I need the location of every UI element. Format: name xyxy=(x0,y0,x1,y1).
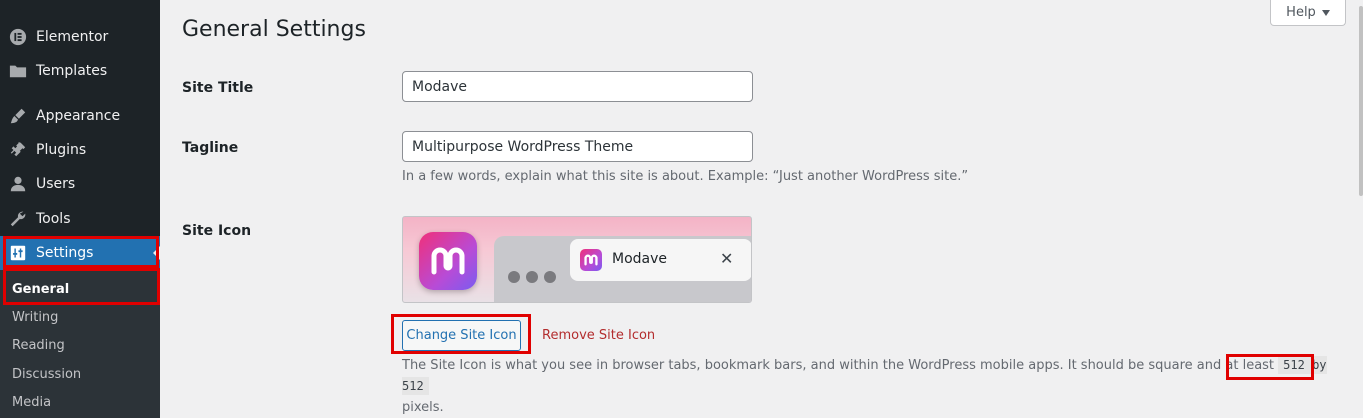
close-icon: ✕ xyxy=(720,249,734,268)
tagline-label: Tagline xyxy=(182,140,239,156)
site-title-input[interactable] xyxy=(402,71,753,102)
current-menu-arrow xyxy=(153,246,160,260)
sidebar-item-label: Settings xyxy=(36,245,94,261)
help-label: Help xyxy=(1286,5,1316,20)
change-site-icon-label: Change Site Icon xyxy=(406,328,517,343)
paintbrush-icon xyxy=(0,99,36,133)
site-icon-description-text: The Site Icon is what you see in browser… xyxy=(402,358,1279,373)
modave-logo-icon xyxy=(431,247,465,275)
admin-sidebar: Elementor Templates Appearance Plugins U… xyxy=(0,0,160,418)
site-icon-label: Site Icon xyxy=(182,223,252,239)
window-dot-icon xyxy=(544,271,556,283)
tagline-input[interactable] xyxy=(402,131,753,162)
site-title-label: Site Title xyxy=(182,80,254,96)
site-icon-description: The Site Icon is what you see in browser… xyxy=(402,355,1332,418)
tab-title: Modave xyxy=(612,251,668,267)
chevron-down-icon xyxy=(1321,9,1330,16)
user-icon xyxy=(0,167,36,201)
scrollbar[interactable] xyxy=(1359,0,1363,418)
sidebar-item-appearance[interactable]: Appearance xyxy=(0,99,160,133)
app-icon-preview xyxy=(419,232,477,290)
help-button[interactable]: Help xyxy=(1270,0,1346,26)
sidebar-item-tools[interactable]: Tools xyxy=(0,202,160,236)
submenu-item-general[interactable]: General xyxy=(12,282,69,297)
window-dot-icon xyxy=(526,271,538,283)
submenu-item-reading[interactable]: Reading xyxy=(12,338,65,353)
window-dot-icon xyxy=(508,271,520,283)
settings-sliders-icon xyxy=(0,236,36,270)
site-icon-preview: Modave ✕ xyxy=(402,216,752,303)
elementor-icon xyxy=(0,20,36,54)
sidebar-item-label: Templates xyxy=(36,63,108,79)
sidebar-item-plugins[interactable]: Plugins xyxy=(0,133,160,167)
sidebar-item-users[interactable]: Users xyxy=(0,167,160,201)
remove-site-icon-link[interactable]: Remove Site Icon xyxy=(542,328,655,343)
scrollbar-thumb[interactable] xyxy=(1359,6,1363,196)
site-icon-description-end: pixels. xyxy=(402,400,444,415)
change-site-icon-button[interactable]: Change Site Icon xyxy=(402,320,521,351)
sidebar-item-label: Tools xyxy=(36,211,71,227)
tagline-description: In a few words, explain what this site i… xyxy=(402,169,969,184)
sidebar-item-label: Elementor xyxy=(36,29,109,45)
submenu-item-discussion[interactable]: Discussion xyxy=(12,367,81,382)
sidebar-item-label: Plugins xyxy=(36,142,87,158)
page-title: General Settings xyxy=(182,17,366,42)
sidebar-item-settings[interactable]: Settings xyxy=(0,236,160,270)
submenu-item-media[interactable]: Media xyxy=(12,395,51,410)
plugin-icon xyxy=(0,133,36,167)
sidebar-item-label: Users xyxy=(36,176,76,192)
submenu-item-writing[interactable]: Writing xyxy=(12,310,58,325)
sidebar-item-elementor[interactable]: Elementor xyxy=(0,20,160,54)
wrench-icon xyxy=(0,202,36,236)
browser-tab-preview: Modave ✕ xyxy=(570,239,751,281)
folder-icon xyxy=(0,54,36,88)
sidebar-item-templates[interactable]: Templates xyxy=(0,54,160,88)
sidebar-item-label: Appearance xyxy=(36,108,121,124)
favicon-icon xyxy=(580,249,602,271)
